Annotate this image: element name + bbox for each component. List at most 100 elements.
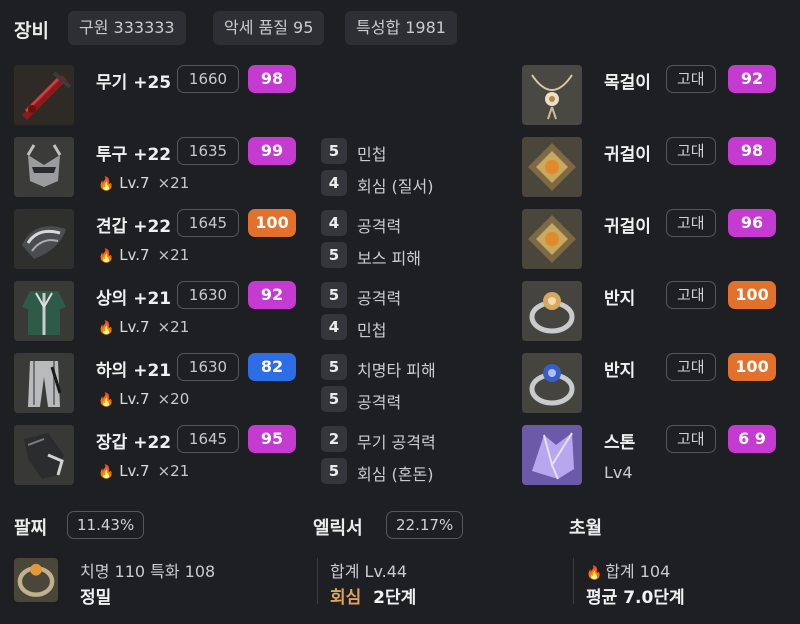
transcend-total: 🔥 합계 104	[586, 558, 670, 582]
flame-icon: 🔥	[98, 249, 115, 264]
elixir-total: 합계 Lv.44	[330, 562, 408, 581]
item-level-badge: 1630	[177, 281, 239, 309]
grade-badge: 고대	[666, 281, 716, 309]
item-level-badge: 1645	[177, 425, 239, 453]
stat-label: 공격력	[357, 289, 402, 308]
equipment-header: 장비 구원 333333 악세 품질 95 특성합 1981	[0, 10, 800, 46]
gem-info: 🔥 Lv.7 ×21	[98, 462, 189, 480]
item-level-badge: 1660	[177, 65, 239, 93]
gear-name: 투구 +22	[96, 145, 172, 165]
elixir-percent: 22.17%	[386, 511, 464, 539]
stat-number: 4	[321, 170, 347, 196]
stat-number: 5	[321, 242, 347, 268]
gear-name: 무기 +25	[96, 73, 172, 93]
quality-badge: 100	[248, 209, 296, 237]
chest-icon	[14, 281, 74, 341]
stat-label: 공격력	[357, 217, 402, 236]
accessory-name: 반지	[604, 361, 636, 381]
transcend-average: 평균 7.0단계	[586, 588, 685, 608]
chip-accessory-quality: 악세 품질 95	[213, 11, 325, 45]
section-title-equipment: 장비	[14, 20, 49, 42]
stat-number: 5	[321, 386, 347, 412]
flame-icon: 🔥	[98, 177, 115, 192]
gem-level: Lv.7	[119, 462, 150, 480]
stat-label: 민첩	[357, 321, 387, 340]
gem-level: Lv.7	[119, 246, 150, 264]
necklace-icon	[522, 65, 582, 125]
stat-label: 회심 (혼돈)	[357, 465, 434, 484]
elixir-title: 엘릭서	[313, 518, 363, 539]
grade-badge: 고대	[666, 425, 716, 453]
gloves-icon	[14, 425, 74, 485]
accessory-name: 반지	[604, 289, 636, 309]
divider	[317, 558, 318, 604]
stat-label: 보스 피해	[357, 249, 421, 268]
gem-info: 🔥 Lv.7 ×21	[98, 318, 189, 336]
quality-badge: 95	[248, 425, 296, 453]
accessory-name: 귀걸이	[604, 217, 651, 237]
quality-badge: 98	[248, 65, 296, 93]
elixir-effect-key: 회심	[330, 588, 362, 608]
gem-level: Lv.7	[119, 318, 150, 336]
gem-count: ×21	[157, 462, 190, 480]
gem-count: ×21	[157, 174, 190, 192]
bracelet-percent: 11.43%	[67, 511, 145, 539]
stat-number: 4	[321, 314, 347, 340]
item-level-badge: 1645	[177, 209, 239, 237]
gear-name: 하의 +21	[96, 361, 172, 381]
stone-level: Lv4	[604, 463, 633, 482]
earring-icon	[522, 209, 582, 269]
shoulder-icon	[14, 209, 74, 269]
gem-info: 🔥 Lv.7 ×21	[98, 246, 189, 264]
gear-name: 상의 +21	[96, 289, 172, 309]
elixir-effect: 회심 2단계	[330, 583, 416, 608]
ring-icon	[522, 281, 582, 341]
quality-badge: 99	[248, 137, 296, 165]
quality-badge: 82	[248, 353, 296, 381]
quality-badge: 96	[728, 209, 776, 237]
stat-number: 5	[321, 354, 347, 380]
flame-icon: 🔥	[98, 465, 115, 480]
gem-count: ×20	[157, 390, 190, 408]
accessory-name: 스톤	[604, 433, 636, 453]
bracelet-stats: 치명 110 특화 108	[80, 562, 216, 581]
quality-badge: 98	[728, 137, 776, 165]
flame-icon: 🔥	[586, 566, 603, 581]
grade-badge: 고대	[666, 209, 716, 237]
gem-info: 🔥 Lv.7 ×21	[98, 174, 189, 192]
stat-number: 5	[321, 458, 347, 484]
stat-label: 회심 (질서)	[357, 177, 434, 196]
stat-number: 4	[321, 210, 347, 236]
quality-badge: 92	[248, 281, 296, 309]
flame-icon: 🔥	[98, 393, 115, 408]
stat-label: 공격력	[357, 393, 402, 412]
grade-badge: 고대	[666, 137, 716, 165]
stat-number: 5	[321, 282, 347, 308]
grade-badge: 고대	[666, 65, 716, 93]
transcend-total-text: 합계 104	[605, 562, 671, 581]
bracelet-effect: 정밀	[80, 588, 112, 608]
item-level-badge: 1635	[177, 137, 239, 165]
gem-count: ×21	[157, 246, 190, 264]
gem-info: 🔥 Lv.7 ×20	[98, 390, 189, 408]
quality-badge: 6 9	[728, 425, 776, 453]
helmet-icon	[14, 137, 74, 197]
gem-level: Lv.7	[119, 390, 150, 408]
bracelet-icon	[14, 558, 58, 602]
chip-salvation-set: 구원 333333	[68, 11, 186, 45]
gear-name: 장갑 +22	[96, 433, 172, 453]
stone-icon	[522, 425, 582, 485]
chip-stat-sum: 특성합 1981	[345, 11, 457, 45]
ring-icon	[522, 353, 582, 413]
accessory-name: 귀걸이	[604, 145, 651, 165]
stat-label: 무기 공격력	[357, 433, 436, 452]
elixir-effect-value: 2단계	[373, 588, 417, 608]
earring-icon	[522, 137, 582, 197]
stat-label: 민첩	[357, 145, 387, 164]
quality-badge: 100	[728, 281, 776, 309]
gem-count: ×21	[157, 318, 190, 336]
accessory-name: 목걸이	[604, 73, 651, 93]
flame-icon: 🔥	[98, 321, 115, 336]
item-level-badge: 1630	[177, 353, 239, 381]
gear-name: 견갑 +22	[96, 217, 172, 237]
